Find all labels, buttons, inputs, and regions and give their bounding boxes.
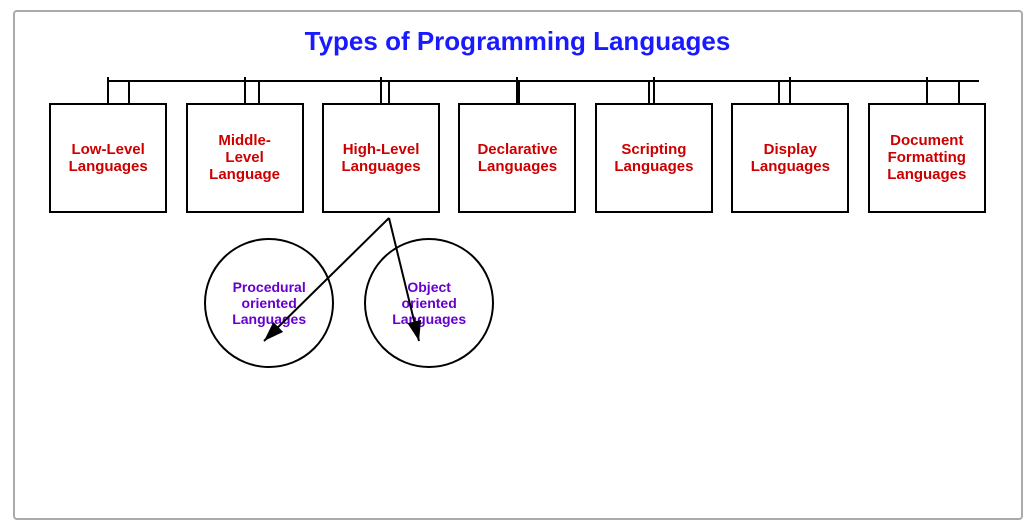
object-oriented-circle: Object oriented Languages xyxy=(364,238,494,368)
diagram-title: Types of Programming Languages xyxy=(25,26,1011,57)
procedural-circle: Procedural oriented Languages xyxy=(204,238,334,368)
diagram-container: Types of Programming Languages xyxy=(13,10,1023,520)
middle-level-box: Middle- Level Language xyxy=(186,103,304,213)
scripting-box: Scripting Languages xyxy=(595,103,713,213)
declarative-box: Declarative Languages xyxy=(458,103,576,213)
low-level-box: Low-Level Languages xyxy=(49,103,167,213)
display-box: Display Languages xyxy=(731,103,849,213)
high-level-box: High-Level Languages xyxy=(322,103,440,213)
document-formatting-box: Document Formatting Languages xyxy=(868,103,986,213)
